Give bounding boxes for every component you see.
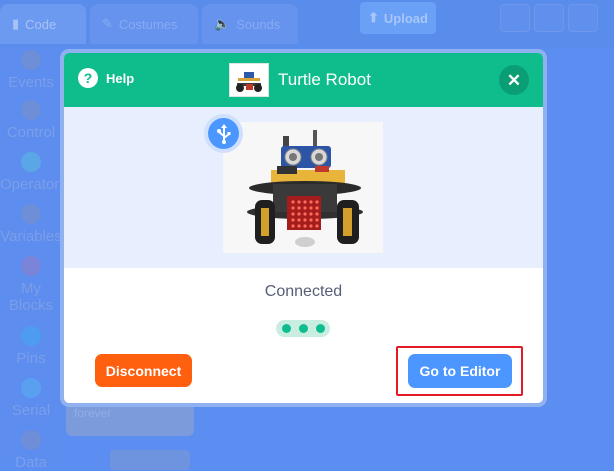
upload-button[interactable]: ⬆ Upload: [360, 2, 436, 34]
usb-icon: [216, 123, 230, 144]
category-my-blocks[interactable]: My Blocks: [0, 256, 62, 314]
upload-icon: ⬆: [368, 10, 379, 25]
usb-connection-badge: [204, 114, 243, 153]
modal-title: Turtle Robot: [278, 70, 371, 89]
tab-costumes-label: Costumes: [118, 16, 178, 32]
speaker-icon: 🔈: [214, 16, 231, 31]
category-label: My Blocks: [8, 280, 54, 314]
category-sidebar: Events Control Operators Variables My Bl…: [0, 48, 67, 471]
category-dot: [21, 430, 41, 450]
code-block-slot: [110, 450, 190, 470]
code-block[interactable]: forever: [66, 402, 194, 436]
device-connection-modal: ? Help Turtle Robot ✕ Connected Disconne…: [60, 49, 547, 407]
upload-label: Upload: [383, 10, 428, 26]
close-button[interactable]: ✕: [499, 65, 529, 95]
tab-sounds[interactable]: 🔈 Sounds: [202, 4, 298, 44]
help-icon: ?: [78, 68, 98, 88]
category-dot: [21, 100, 41, 120]
tab-sounds-label: Sounds: [236, 16, 281, 32]
tab-code-label: Code: [25, 16, 57, 32]
status-dot: [315, 324, 325, 333]
category-label: Operators: [0, 176, 67, 193]
category-label: Events: [8, 74, 54, 91]
category-dot: [21, 378, 41, 398]
category-label: Variables: [0, 228, 62, 245]
category-control[interactable]: Control: [0, 100, 62, 141]
category-dot: [21, 152, 41, 172]
device-image-area: [64, 107, 543, 268]
disconnect-button[interactable]: Disconnect: [95, 354, 192, 387]
code-icon: ▮: [12, 16, 20, 31]
category-label: Serial: [11, 402, 51, 419]
category-variables[interactable]: Variables: [0, 204, 62, 245]
code-block-label: forever: [74, 406, 112, 420]
modal-title-group: Turtle Robot: [229, 63, 371, 97]
robot-thumb-icon: [236, 72, 262, 92]
tab-costumes[interactable]: ✎ Costumes: [90, 4, 198, 44]
modal-header: ? Help Turtle Robot ✕: [64, 53, 543, 107]
category-dot: [21, 50, 41, 70]
status-dot: [281, 324, 291, 333]
robot-image: [223, 122, 383, 253]
help-button[interactable]: ? Help: [78, 68, 134, 88]
go-to-editor-button[interactable]: Go to Editor: [408, 354, 512, 388]
status-indicator-dots: [276, 320, 330, 337]
category-label: Control: [6, 124, 56, 141]
category-dot: [21, 326, 41, 346]
category-data[interactable]: Data: [0, 430, 62, 471]
device-thumbnail: [229, 63, 269, 97]
tab-code[interactable]: ▮ Code: [0, 4, 86, 44]
category-pins[interactable]: Pins: [0, 326, 62, 367]
status-dot: [298, 324, 308, 333]
fullscreen-button[interactable]: [568, 4, 598, 32]
robot-illustration: [223, 122, 383, 253]
category-dot: [21, 204, 41, 224]
large-stage-button[interactable]: [534, 4, 564, 32]
category-operators[interactable]: Operators: [0, 152, 67, 193]
brush-icon: ✎: [102, 16, 113, 31]
category-dot: [21, 256, 41, 276]
category-label: Pins: [16, 350, 46, 367]
close-icon: ✕: [506, 70, 522, 90]
category-events[interactable]: Events: [0, 50, 62, 91]
small-stage-button[interactable]: [500, 4, 530, 32]
help-label: Help: [106, 70, 135, 86]
category-serial[interactable]: Serial: [0, 378, 62, 419]
connection-status: Connected: [264, 283, 343, 300]
